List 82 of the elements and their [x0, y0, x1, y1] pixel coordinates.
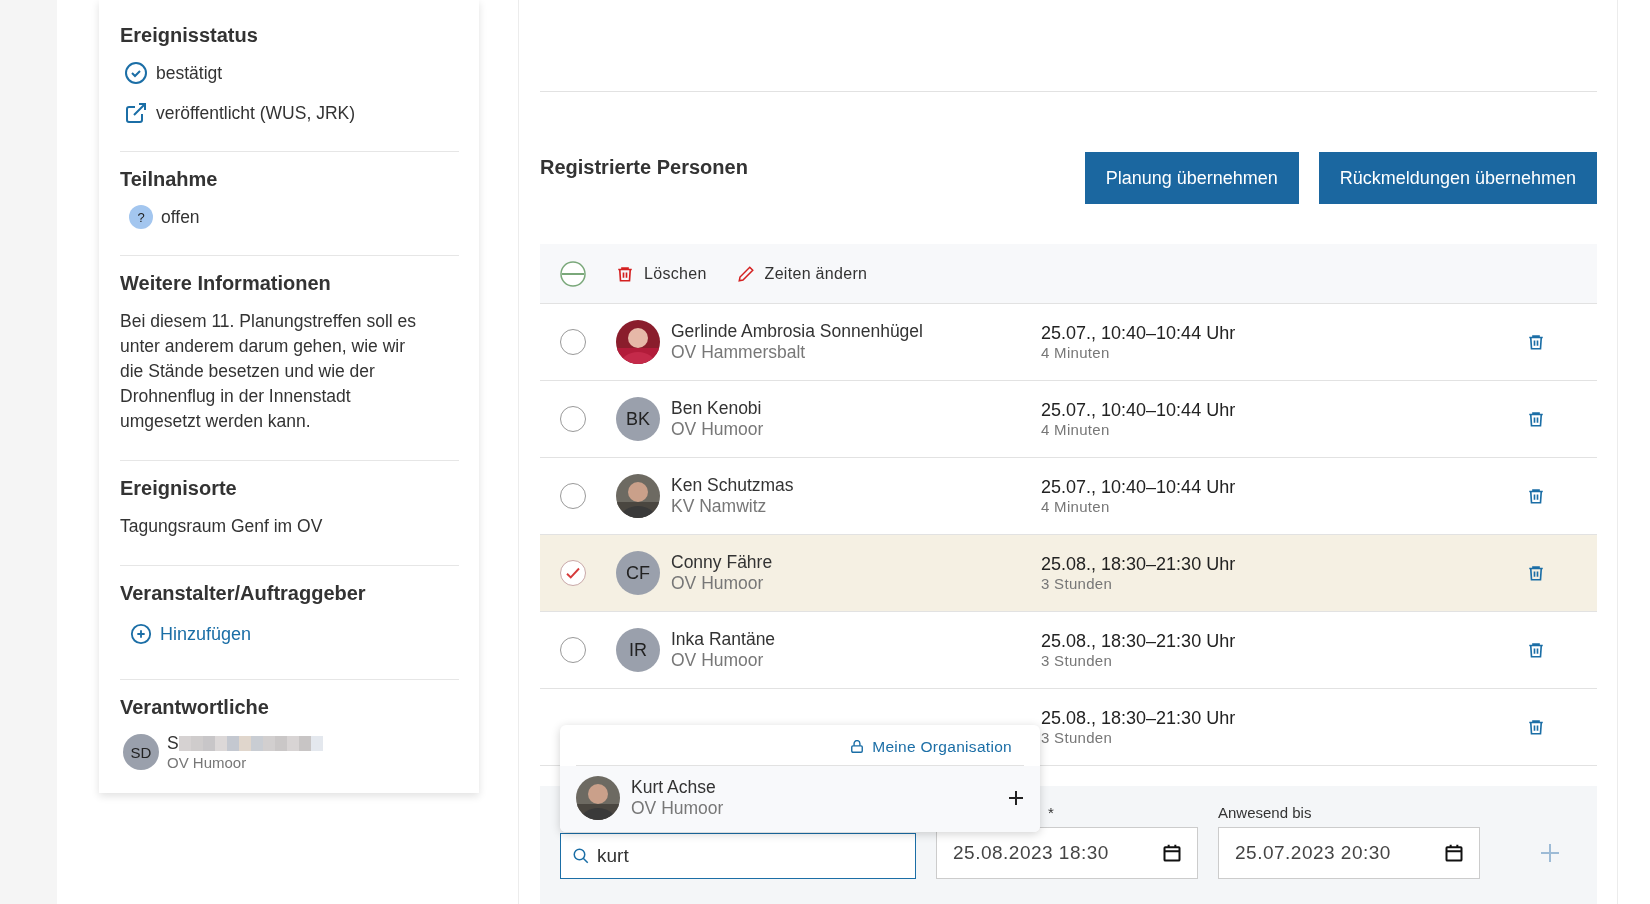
avatar: SD — [123, 734, 159, 770]
time-range: 25.08., 18:30–21:30 Uhr — [1041, 554, 1237, 575]
search-field[interactable]: kurt — [560, 833, 916, 879]
field-label: * — [1048, 804, 1055, 821]
duration: 3 Stunden — [1041, 575, 1114, 592]
person-org: OV Humoor — [167, 754, 248, 771]
avatar: CF — [616, 551, 660, 595]
time-range: 25.07., 10:40–10:44 Uhr — [1041, 323, 1237, 344]
row-checkbox[interactable] — [560, 560, 586, 586]
avatar: IR — [616, 628, 660, 672]
calendar-icon — [1444, 843, 1464, 863]
plus-circle-icon — [130, 623, 152, 645]
delete-button[interactable] — [1527, 333, 1545, 351]
check-circle-icon — [124, 61, 148, 85]
time-range: 25.07., 10:40–10:44 Uhr — [1041, 400, 1237, 421]
pencil-icon — [736, 264, 755, 283]
avatar: BK — [616, 397, 660, 441]
time-range: 25.07., 10:40–10:44 Uhr — [1041, 477, 1237, 498]
primary-button[interactable]: Planung übernehmen — [1084, 152, 1299, 204]
section-title: Ereignisstatus — [120, 24, 259, 47]
person-name: S — [167, 733, 179, 754]
external-link-icon — [124, 101, 148, 125]
calendar-icon — [1162, 843, 1182, 863]
add-link[interactable]: Hinzufügen — [130, 623, 459, 645]
person-org: OV Humoor — [671, 650, 765, 671]
section-text: Tagungsraum Genf im OV — [120, 515, 324, 538]
person-org: OV Hammersbalt — [671, 342, 807, 363]
row-checkbox[interactable] — [560, 329, 586, 355]
search-icon — [572, 847, 590, 865]
add-icon[interactable] — [1008, 790, 1024, 806]
trash-icon — [1527, 718, 1545, 736]
duration: 3 Stunden — [1041, 652, 1114, 669]
person-name: Ben Kenobi — [671, 398, 763, 419]
duration: 4 Minuten — [1041, 421, 1111, 438]
select-all-checkbox[interactable] — [560, 260, 586, 287]
section-title: Veranstalter/Auftraggeber — [120, 582, 367, 605]
section-text: Bei diesem 11. Planungstreffen soll es unter anderem darum gehen, wie wir die Stände besetzen und wie der Drohnenflug in der Innenstadt umgesetzt werden kann. — [120, 310, 418, 433]
time-range: 25.08., 18:30–21:30 Uhr — [1041, 708, 1237, 729]
section-title: Registrierte Personen — [540, 155, 749, 179]
person-org: OV Humoor — [671, 419, 764, 440]
delete-button[interactable] — [1527, 410, 1545, 428]
person-org: KV Namwitz — [671, 496, 768, 517]
section-title: Weitere Informationen — [120, 272, 332, 295]
trash-icon — [616, 264, 634, 283]
delete-button[interactable] — [1527, 641, 1545, 659]
person-org: OV Humoor — [671, 573, 765, 594]
row-checkbox[interactable] — [560, 483, 586, 509]
organization-filter[interactable]: Meine Organisation — [844, 737, 1018, 757]
toolbar-action[interactable]: Zeiten ändern — [736, 264, 868, 283]
trash-icon — [1527, 410, 1545, 428]
date-field[interactable]: 25.08.2023 18:30 — [936, 827, 1198, 879]
date-field[interactable]: 25.07.2023 20:30 — [1218, 827, 1480, 879]
status-text: veröffentlicht (WUS, JRK) — [156, 102, 356, 124]
section-title: Ereignisorte — [120, 477, 238, 500]
section-title: Teilnahme — [120, 168, 219, 191]
question-badge: ? — [129, 205, 153, 229]
duration: 4 Minuten — [1041, 498, 1111, 515]
lock-icon — [850, 740, 865, 754]
status-text: offen — [161, 206, 200, 228]
person-name: Conny Fähre — [671, 552, 773, 573]
delete-button[interactable] — [1527, 487, 1545, 505]
trash-icon — [1527, 333, 1545, 351]
row-checkbox[interactable] — [560, 406, 586, 432]
delete-button[interactable] — [1527, 564, 1545, 582]
section-title: Verantwortliche — [120, 696, 270, 719]
delete-button[interactable] — [1527, 718, 1545, 736]
primary-button[interactable]: Rückmeldungen übernehmen — [1318, 152, 1597, 204]
person-name: Inka Rantäne — [671, 629, 776, 650]
person-name: Gerlinde Ambrosia Sonnenhügel — [671, 321, 923, 342]
row-checkbox[interactable] — [560, 637, 586, 663]
trash-icon — [1527, 641, 1545, 659]
status-text: bestätigt — [156, 62, 223, 84]
field-label: Anwesend bis — [1218, 804, 1313, 821]
person-name: Kurt Achse — [631, 777, 717, 798]
duration: 4 Minuten — [1041, 344, 1111, 361]
trash-icon — [1527, 487, 1545, 505]
time-range: 25.08., 18:30–21:30 Uhr — [1041, 631, 1237, 652]
person-name: Ken Schutzmas — [671, 475, 794, 496]
person-org: OV Humoor — [631, 798, 725, 819]
duration: 3 Stunden — [1041, 729, 1114, 746]
trash-icon — [1527, 564, 1545, 582]
toolbar-action[interactable]: Löschen — [616, 264, 707, 283]
